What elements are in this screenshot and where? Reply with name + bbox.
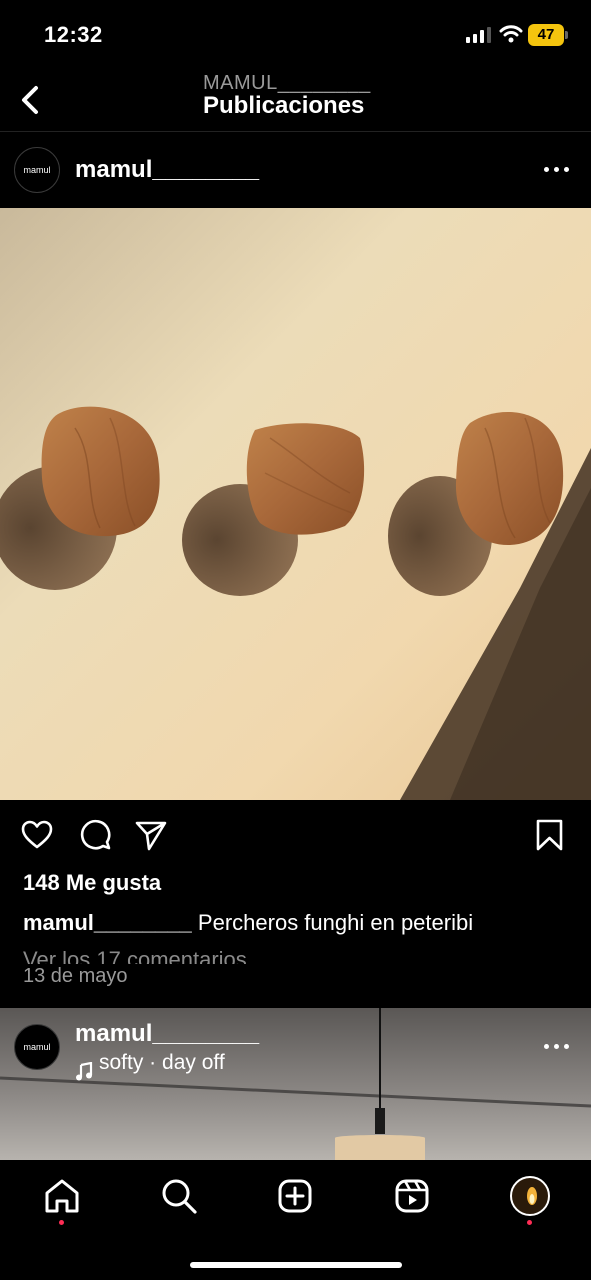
music-note-icon [76, 1062, 93, 1081]
avatar[interactable]: mamul [14, 1024, 60, 1070]
ellipsis-icon[interactable] [544, 165, 572, 175]
caption-username[interactable]: mamul________ [23, 910, 192, 935]
bookmark-icon[interactable] [533, 818, 567, 852]
wifi-icon [499, 25, 523, 43]
candle-avatar-image [527, 1187, 537, 1205]
status-time: 12:32 [44, 22, 103, 47]
ellipsis-icon[interactable] [544, 1042, 572, 1052]
profile-avatar[interactable] [510, 1176, 550, 1216]
tab-bar [0, 1160, 591, 1280]
home-notification-dot [59, 1220, 64, 1225]
post-header: mamul mamul________ [0, 134, 591, 206]
page-title: Publicaciones [203, 92, 365, 119]
profile-notification-dot [527, 1220, 532, 1225]
reels-icon[interactable] [392, 1176, 432, 1216]
likes-count[interactable]: 148 Me gusta [23, 870, 161, 896]
post-caption: mamul________ Percheros funghi en peteri… [23, 910, 473, 936]
post-actions [0, 810, 591, 860]
caption-text: Percheros funghi en peteribi [197, 910, 474, 935]
avatar-logo-text: mamul [23, 165, 51, 175]
heart-icon[interactable] [20, 818, 54, 852]
home-icon[interactable] [42, 1176, 82, 1216]
view-comments-link[interactable]: Ver los 17 comentarios [23, 948, 423, 964]
paper-plane-icon[interactable] [134, 818, 168, 852]
avatar-logo-text: mamul [23, 1042, 51, 1052]
search-icon[interactable] [159, 1176, 199, 1216]
comment-icon[interactable] [78, 818, 112, 852]
next-post[interactable]: mamul mamul________ softy · day off [0, 1008, 591, 1160]
home-indicator[interactable] [190, 1262, 402, 1268]
battery-icon: 47 [528, 24, 568, 46]
battery-level: 47 [537, 26, 555, 43]
wood-knob-3 [455, 412, 564, 546]
post-photo[interactable] [0, 208, 591, 800]
wood-knob-2 [246, 423, 365, 535]
cellular-signal-icon [466, 27, 491, 43]
music-label[interactable]: softy · day off [99, 1051, 225, 1075]
comments-link-wrapper[interactable]: Ver los 17 comentarios [23, 948, 423, 964]
avatar[interactable]: mamul [14, 147, 60, 193]
plus-square-icon[interactable] [275, 1176, 315, 1216]
post-username[interactable]: mamul________ [75, 156, 259, 184]
post-date: 13 de mayo [23, 965, 128, 987]
post-username[interactable]: mamul________ [75, 1020, 259, 1048]
nav-header: MAMUL________ Publicaciones [0, 70, 591, 132]
chevron-left-icon[interactable] [14, 78, 46, 118]
status-bar: 12:32 47 [0, 0, 591, 70]
